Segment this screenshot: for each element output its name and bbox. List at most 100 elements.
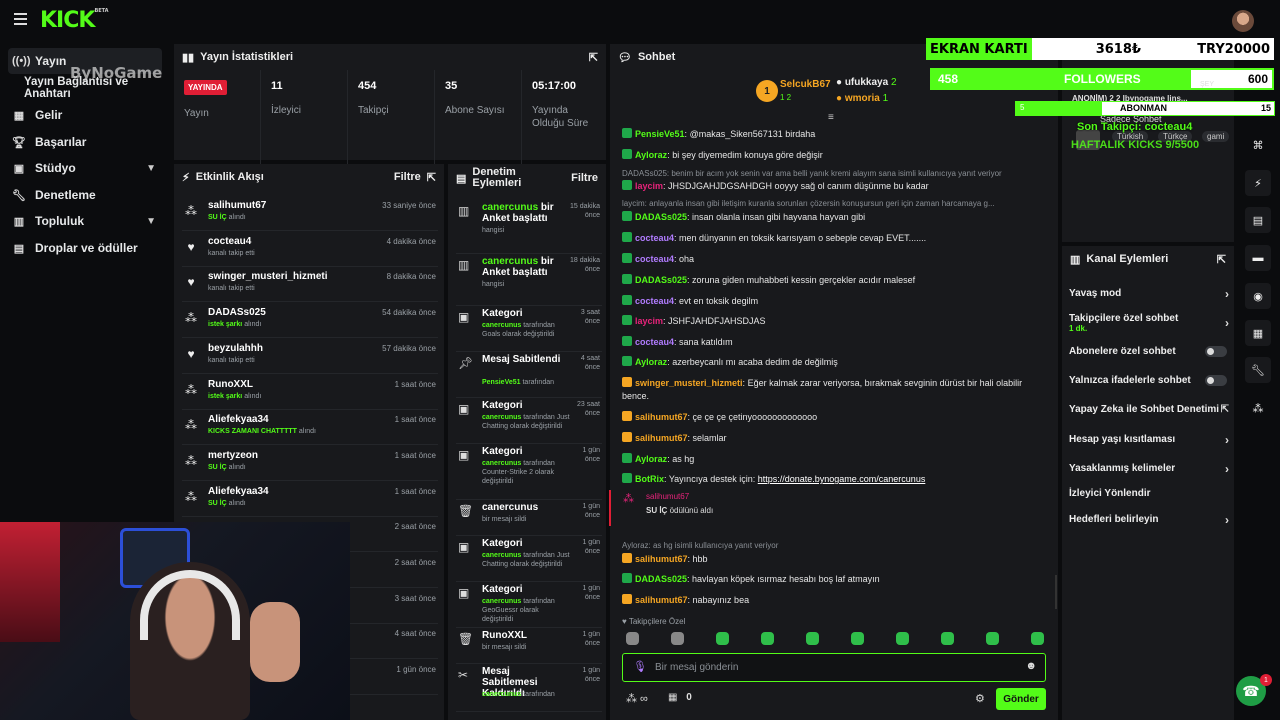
activity-user[interactable]: beyzulahhh: [208, 343, 263, 354]
kicks-infinite[interactable]: ⁂ ∞: [626, 692, 648, 705]
chat-icon: 💬︎: [618, 51, 632, 64]
mic-icon[interactable]: 🎙︎: [633, 660, 647, 673]
activity-user[interactable]: Aliefekyaa34: [208, 414, 269, 425]
document-icon[interactable]: ▤: [1245, 207, 1271, 233]
activity-user[interactable]: cocteau4: [208, 236, 251, 247]
chat-username[interactable]: DADASs025: [635, 275, 687, 285]
chat-username[interactable]: salihumut67: [635, 554, 688, 564]
clip-icon[interactable]: ⌘: [1245, 132, 1271, 158]
emote-icon[interactable]: [626, 632, 639, 645]
emote-icon[interactable]: [941, 632, 954, 645]
chat-scrollbar[interactable]: [1055, 575, 1057, 609]
emote-icon[interactable]: [986, 632, 999, 645]
channel-action-label: Yavaş mod: [1069, 288, 1122, 299]
channel-action-item[interactable]: Hedefleri belirleyin ›: [1069, 513, 1229, 527]
send-button[interactable]: Gönder: [996, 688, 1046, 710]
top-gifter-2[interactable]: ● ufukkaya 2: [836, 77, 897, 88]
activity-user[interactable]: RunoXXL: [208, 379, 253, 390]
chat-username[interactable]: DADASs025: [635, 212, 687, 222]
settings-icon[interactable]: ⚙︎: [975, 692, 985, 705]
nav-item-gelir[interactable]: ▦ Gelir: [8, 102, 162, 128]
activity-user[interactable]: salihumut67: [208, 200, 266, 211]
badge-icon: [622, 315, 632, 325]
nav-item-denetleme[interactable]: 🔧︎ Denetleme: [8, 182, 162, 208]
filter-button[interactable]: Filtre: [394, 171, 421, 183]
chat-username[interactable]: cocteau4: [635, 337, 674, 347]
nav-item-studyo[interactable]: ▣ Stüdyo ▼: [8, 155, 162, 181]
chat-username[interactable]: swinger_musteri_hizmeti: [635, 378, 743, 388]
activity-desc: kanalı takip etti: [208, 285, 255, 293]
emoji-icon[interactable]: ☻: [1025, 660, 1037, 672]
channel-action-item[interactable]: Takipçilere özel sohbet 1 dk. ›: [1069, 313, 1229, 333]
chat-icon[interactable]: ▬: [1245, 245, 1271, 271]
kick-logo[interactable]: KICKBETA: [40, 8, 109, 33]
channel-action-sub: 1 dk.: [1069, 324, 1088, 333]
moderation-time: 4 saat önce: [580, 355, 600, 371]
emote-icon[interactable]: [851, 632, 864, 645]
chat-input-box[interactable]: 🎙︎ Bir mesaj gönderin ☻: [622, 653, 1046, 682]
moderation-desc: bir mesajı sildi: [482, 516, 527, 523]
broadcast-icon[interactable]: ◉: [1245, 283, 1271, 309]
chat-username[interactable]: salihumut67: [635, 595, 688, 605]
popout-icon[interactable]: ⇱: [589, 51, 598, 64]
chat-username[interactable]: salihumut67: [635, 412, 688, 422]
toggle-switch[interactable]: [1205, 375, 1227, 386]
reply-context[interactable]: DADASs025: benim bir acım yok senin var …: [622, 169, 1042, 178]
list-icon: ▤: [456, 172, 467, 185]
channel-action-item[interactable]: Hesap yaşı kısıtlaması ›: [1069, 433, 1229, 447]
channel-action-item[interactable]: İzleyici Yönlendir: [1069, 488, 1229, 499]
chat-username[interactable]: cocteau4: [635, 233, 674, 243]
popout-icon[interactable]: ⇱: [427, 171, 436, 184]
toggle-switch[interactable]: [1205, 346, 1227, 357]
chat-username[interactable]: Ayloraz: [635, 357, 667, 367]
activity-user[interactable]: Aliefekyaa34: [208, 486, 269, 497]
chat-input[interactable]: Bir mesaj gönderin: [655, 662, 738, 673]
chat-username[interactable]: DADASs025: [635, 574, 687, 584]
chat-username[interactable]: BotRix: [635, 474, 664, 484]
nav-item-droplar[interactable]: ▤ Droplar ve ödüller: [8, 235, 162, 261]
chat-text: bi şey diyemedim konuya göre değişir: [672, 150, 823, 160]
user-avatar[interactable]: [1232, 10, 1254, 32]
channel-action-item[interactable]: Yasaklanmış kelimeler ›: [1069, 462, 1229, 476]
emote-icon[interactable]: [1031, 632, 1044, 645]
donate-link[interactable]: https://donate.bynogame.com/canercunus: [758, 474, 926, 484]
kicks-balance[interactable]: ▦ 0: [668, 692, 692, 703]
activity-user[interactable]: mertyzeon: [208, 450, 258, 461]
chat-username[interactable]: cocteau4: [635, 296, 674, 306]
chat-username[interactable]: Ayloraz: [635, 150, 667, 160]
channel-action-item[interactable]: Yapay Zeka ile Sohbet Denetimi ⇱: [1069, 404, 1229, 415]
wrench-icon[interactable]: 🔧︎: [1245, 357, 1271, 383]
chat-username[interactable]: laycim: [635, 181, 663, 191]
top-gifter-3[interactable]: ● wmoria 1: [836, 93, 888, 104]
badge-icon: [622, 180, 632, 190]
emote-icon[interactable]: [806, 632, 819, 645]
chat-username[interactable]: PensieVe51: [635, 129, 685, 139]
channel-action-item[interactable]: Yavaş mod ›: [1069, 287, 1229, 301]
lightning-icon[interactable]: ⚡︎: [1245, 170, 1271, 196]
reply-context[interactable]: Ayloraz: as hg isimli kullanıcıya yanıt …: [622, 541, 1042, 550]
top-gifter-1[interactable]: SelcukB67: [780, 79, 831, 90]
chat-username[interactable]: cocteau4: [635, 254, 674, 264]
chat-username[interactable]: Ayloraz: [635, 454, 667, 464]
chat-username[interactable]: salihumut67: [635, 433, 688, 443]
chat-text: Yayıncıya destek için:: [668, 474, 758, 484]
emote-icon[interactable]: [716, 632, 729, 645]
layout-icon[interactable]: ▦: [1245, 320, 1271, 346]
reply-context[interactable]: laycim: anlayanla insan gibi iletişim ku…: [622, 199, 1042, 208]
chat-username[interactable]: laycim: [635, 316, 663, 326]
channel-action-item[interactable]: Yalnızca ifadelerle sohbet: [1069, 375, 1229, 386]
emote-icon[interactable]: [671, 632, 684, 645]
popout-icon[interactable]: ⇱: [1217, 253, 1226, 266]
emote-icon[interactable]: [761, 632, 774, 645]
nav-item-basarilar[interactable]: 🏆︎ Başarılar: [8, 129, 162, 155]
menu-icon[interactable]: [14, 13, 27, 25]
collapse-icon[interactable]: ≡: [828, 112, 834, 123]
activity-user[interactable]: DADASs025: [208, 307, 266, 318]
activity-user[interactable]: swinger_musteri_hizmeti: [208, 271, 327, 282]
channel-action-item[interactable]: Abonelere özel sohbet: [1069, 346, 1229, 357]
nav-item-topluluk[interactable]: ▥ Topluluk ▼: [8, 208, 162, 234]
filter-button[interactable]: Filtre: [571, 172, 598, 184]
reward-user[interactable]: salihumut67: [646, 492, 689, 501]
emote-icon[interactable]: [896, 632, 909, 645]
community-icon[interactable]: ⁂: [1245, 395, 1271, 421]
